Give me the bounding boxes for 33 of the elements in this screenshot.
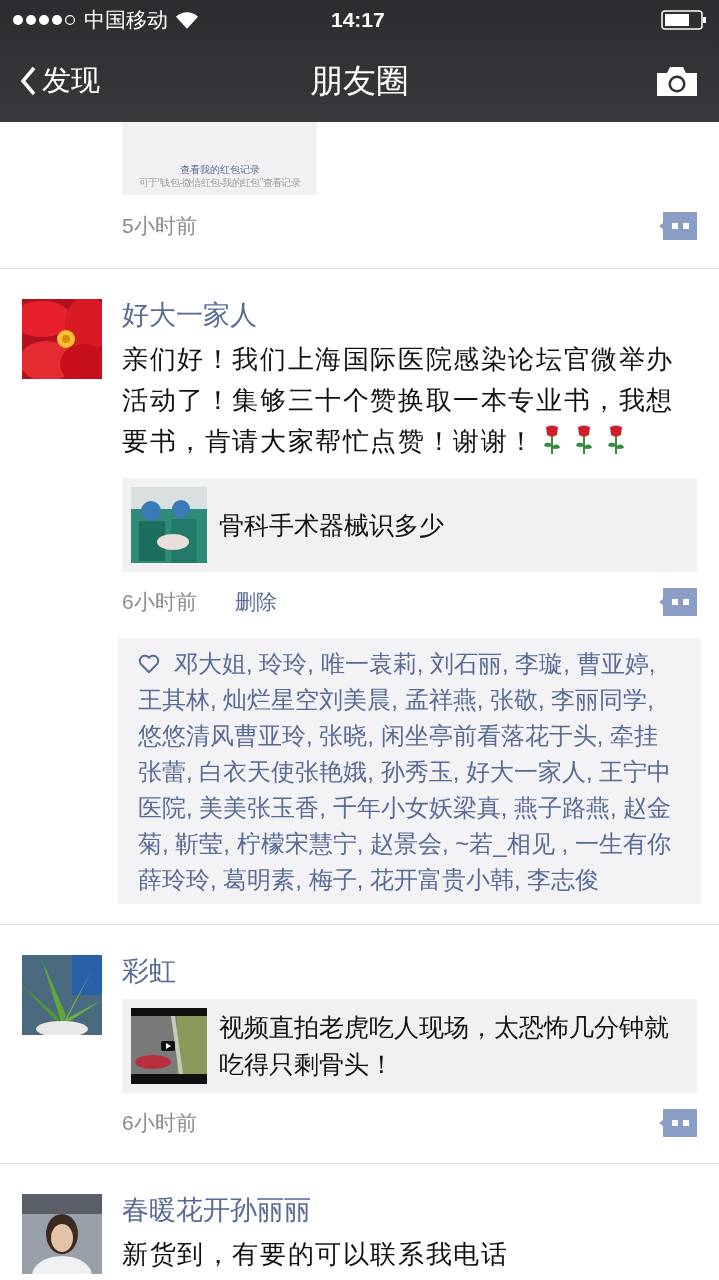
post-time: 6小时前 [122,589,197,616]
rose-icon [606,424,626,454]
author-name[interactable]: 春暖花开孙丽丽 [122,1192,697,1228]
delete-link[interactable]: 删除 [234,586,277,618]
card-title: 查看我的红包记录 [179,163,260,176]
post-text: 亲们好！我们上海国际医院感染论坛官微举办活动了！集够三十个赞换取一本专业书，我想要书，肯请大家帮忙点赞！谢谢！ [122,343,675,458]
rose-icon [542,424,562,454]
card-subtitle: 可于“钱包-微信红包-我的红包”查看记录 [138,176,301,189]
link-title: 视频直拍老虎吃人现场，太恐怖几分钟就吃得只剩骨头！ [219,1012,670,1080]
comment-button[interactable] [659,212,697,240]
comment-button[interactable] [659,588,697,616]
chevron-icon [20,66,36,96]
comment-button[interactable] [659,1109,697,1137]
link-card[interactable]: 骨科手术器械识多少 [122,478,697,572]
rose-icon [574,424,594,454]
carrier-name: 中国移动 [84,7,168,34]
heart-icon [138,654,160,674]
author-name[interactable]: 彩虹 [122,953,697,989]
page-title: 朋友圈 [310,61,409,102]
signal-icon [12,14,76,26]
battery-icon [661,10,707,30]
camera-icon[interactable] [655,65,699,97]
back-button[interactable]: 发现 [20,59,100,103]
author-name[interactable]: 好大一家人 [122,297,697,333]
status-time: 14:17 [331,7,385,34]
likes-list: 邓大姐, 玲玲, 唯一袁莉, 刘石丽, 李璇, 曹亚婷, 王其林, 灿烂星空刘美晨, 孟祥燕, 张敬, 李丽同学, 悠悠清风曹亚玲, 张晓, 闲坐亭前看落花于头, 牵挂张蕾, 白衣天使张艳娥, 孙秀玉, 好大一家人, 王宁中医院, 美美张玉香, 千年小女妖梁真, 燕子路燕, 赵金菊, 靳莹, 柠檬宋慧宁, 赵景会, ~若_相见 , 一生有你薛玲玲, 葛明素, 梅子, 花开富贵小韩, 李志俊 [138,646,681,898]
link-card[interactable]: 查看我的红包记录 可于“钱包-微信红包-我的红包”查看记录 [122,122,317,195]
link-title: 骨科手术器械识多少 [219,509,444,541]
post-text: 新货到，有要的可以联系我电话 [122,1238,510,1271]
wifi-icon [176,11,198,29]
post-time: 5小时前 [122,213,197,240]
link-card[interactable]: 视频直拍老虎吃人现场，太恐怖几分钟就吃得只剩骨头！ [122,999,697,1093]
post-time: 6小时前 [122,1110,197,1137]
